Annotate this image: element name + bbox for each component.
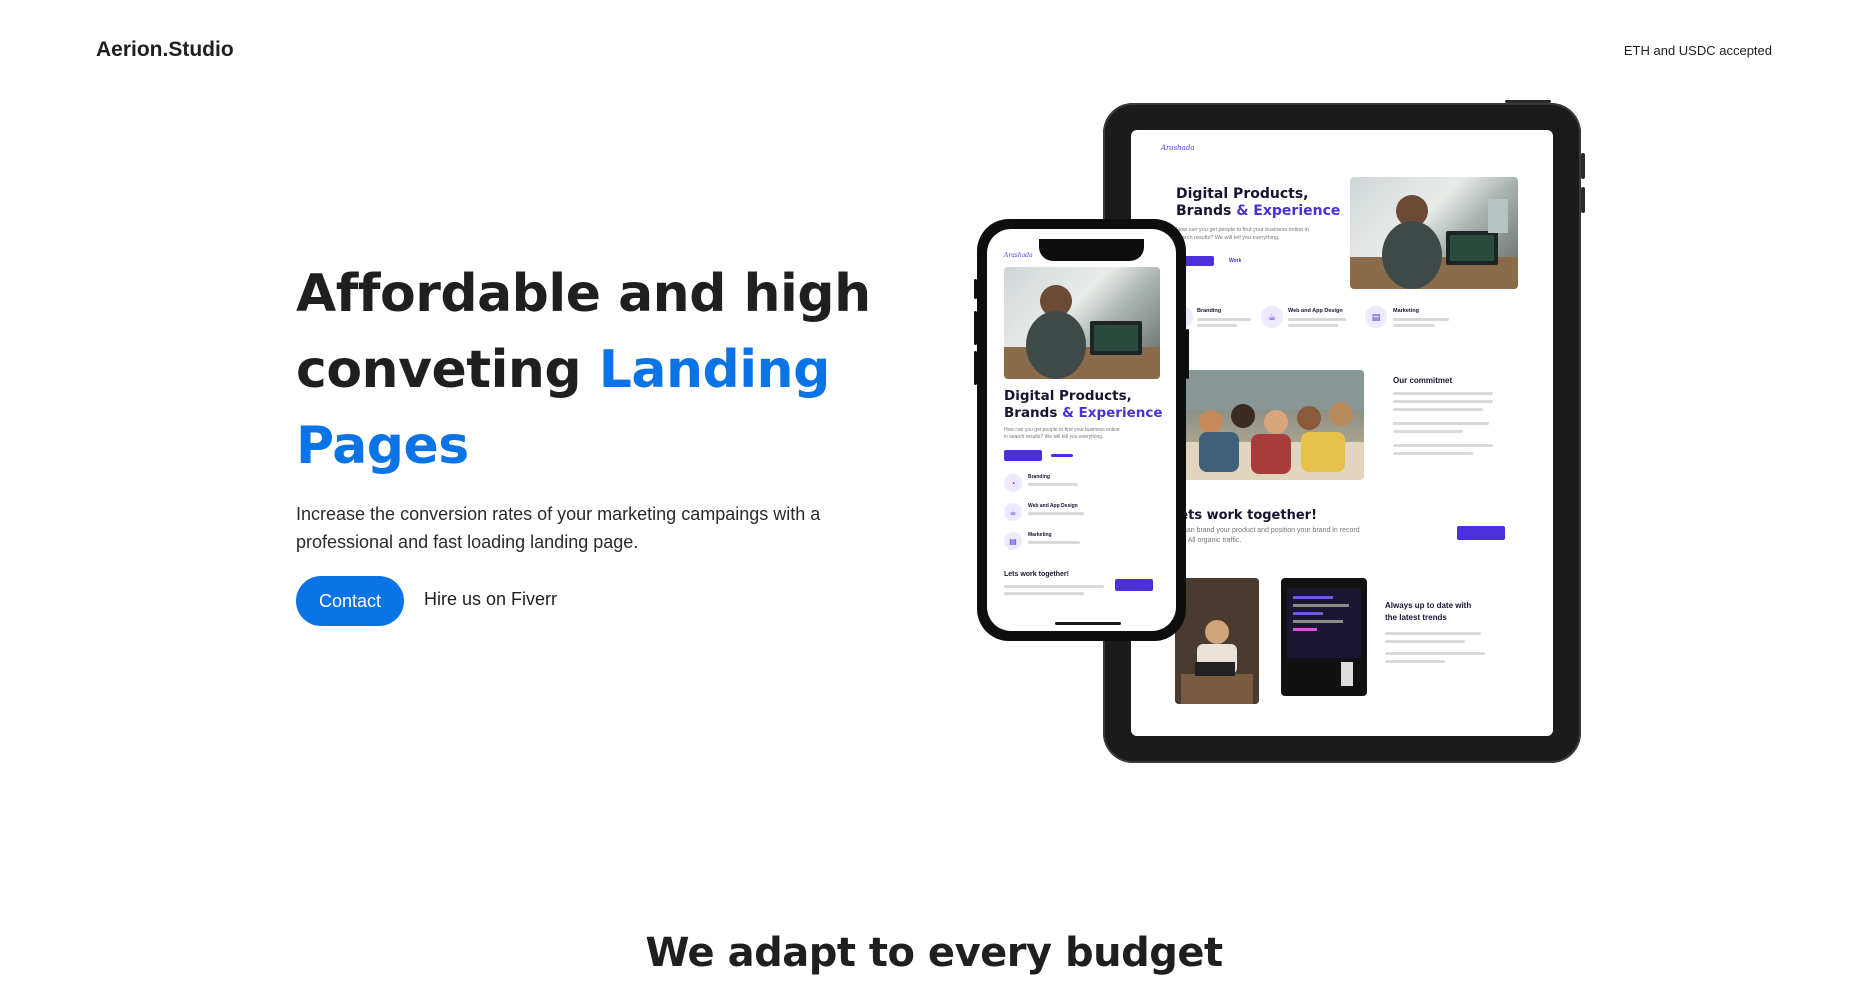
phone-hero-photo — [1004, 267, 1160, 379]
phone-feature-web: Web and App Design — [1028, 503, 1078, 509]
text-line — [1028, 541, 1080, 544]
phone-notch — [1039, 239, 1144, 261]
tablet-hero-photo — [1350, 177, 1518, 289]
text-line — [1393, 400, 1493, 403]
text-line — [1028, 512, 1084, 515]
hire-fiverr-link[interactable]: Hire us on Fiverr — [424, 589, 557, 610]
woman-laptop-illustration — [1350, 195, 1518, 289]
text-line — [1385, 660, 1445, 663]
text-line — [1004, 592, 1084, 595]
tablet-mockup-heading: Digital Products, Brands & Experience — [1176, 186, 1356, 220]
phone-mockup: Arashada Digital Products, Brands & Expe… — [974, 219, 1189, 641]
phone-mockup-logo: Arashada — [1004, 252, 1033, 259]
phone-get-started-button — [1004, 450, 1042, 461]
text-line — [1393, 430, 1463, 433]
tablet-cta-button — [1457, 526, 1505, 540]
text-line — [1393, 408, 1483, 411]
brand-logo[interactable]: Aerion.Studio — [96, 38, 234, 62]
tablet-side-button — [1581, 187, 1585, 213]
phone-side-button — [974, 351, 977, 385]
payment-note: ETH and USDC accepted — [1623, 43, 1772, 58]
marketing-icon: ▤ — [1365, 306, 1387, 328]
hero-subtitle: Increase the conversion rates of your ma… — [296, 504, 821, 552]
text-line — [1393, 318, 1449, 321]
text-line — [1004, 585, 1104, 588]
tablet-screen: Arashada Digital Products, Brands & Expe… — [1131, 130, 1553, 736]
mockup-logo: Arashada — [1161, 144, 1195, 152]
phone-side-button — [974, 311, 977, 345]
tablet-side-button — [1581, 153, 1585, 179]
phone-screen: Arashada Digital Products, Brands & Expe… — [987, 229, 1176, 631]
phone-cta-button — [1115, 579, 1153, 591]
web-design-icon: ☕ — [1261, 306, 1283, 328]
phone-link-line — [1051, 454, 1073, 457]
code-screen-photo — [1281, 578, 1367, 696]
text-line — [1393, 452, 1473, 455]
tablet-feature-web: Web and App Design — [1288, 308, 1343, 314]
tablet-feature-branding: Branding — [1197, 308, 1222, 314]
tablet-top-button — [1505, 100, 1551, 103]
text-line — [1393, 324, 1435, 327]
tablet-heading-accent: & Experience — [1236, 203, 1341, 219]
text-line — [1393, 422, 1489, 425]
woman-laptop-illustration — [1004, 285, 1160, 379]
monitor-illustration — [1287, 588, 1361, 686]
contact-button[interactable]: Contact — [296, 576, 404, 626]
phone-feature-marketing: Marketing — [1028, 532, 1052, 538]
web-design-icon: ☕ — [1004, 503, 1022, 521]
phone-intro-text: How can you get people to find your busi… — [1004, 427, 1120, 440]
tablet-work-link: Work — [1229, 258, 1242, 264]
team-photo — [1181, 370, 1364, 480]
hero-title: Affordable and high conveting Landing Pa… — [296, 256, 896, 484]
text-line — [1385, 632, 1481, 635]
tablet-lets-work-sub: We can brand your product and position y… — [1171, 527, 1360, 544]
phone-lets-work-title: Lets work together! — [1004, 571, 1069, 578]
budget-section-title: We adapt to every budget — [645, 930, 1223, 976]
branding-icon: ◔ — [1004, 474, 1022, 492]
desk-illustration — [1175, 578, 1259, 704]
text-line — [1393, 444, 1493, 447]
phone-heading-accent: & Experience — [1062, 405, 1163, 421]
marketing-icon: ▤ — [1004, 532, 1022, 550]
team-illustration — [1181, 370, 1364, 480]
text-line — [1197, 318, 1251, 321]
phone-home-indicator — [1055, 622, 1121, 625]
text-line — [1288, 318, 1346, 321]
phone-mockup-heading: Digital Products, Brands & Experience — [1004, 388, 1164, 422]
tablet-feature-marketing: Marketing — [1393, 308, 1419, 314]
phone-side-button — [1186, 329, 1189, 379]
phone-feature-branding: Branding — [1028, 474, 1050, 480]
text-line — [1393, 392, 1493, 395]
tablet-intro-text: How can you get people to find your busi… — [1176, 227, 1310, 241]
tablet-lets-work-title: Lets work together! — [1171, 508, 1317, 523]
workspace-photo — [1175, 578, 1259, 704]
text-line — [1197, 324, 1237, 327]
tablet-trends-title: Always up to date with the latest trends — [1385, 601, 1472, 622]
text-line — [1028, 483, 1078, 486]
tablet-commitment-title: Our commitmet — [1393, 376, 1453, 385]
phone-side-button — [974, 279, 977, 299]
text-line — [1288, 324, 1338, 327]
text-line — [1385, 652, 1485, 655]
text-line — [1385, 640, 1465, 643]
